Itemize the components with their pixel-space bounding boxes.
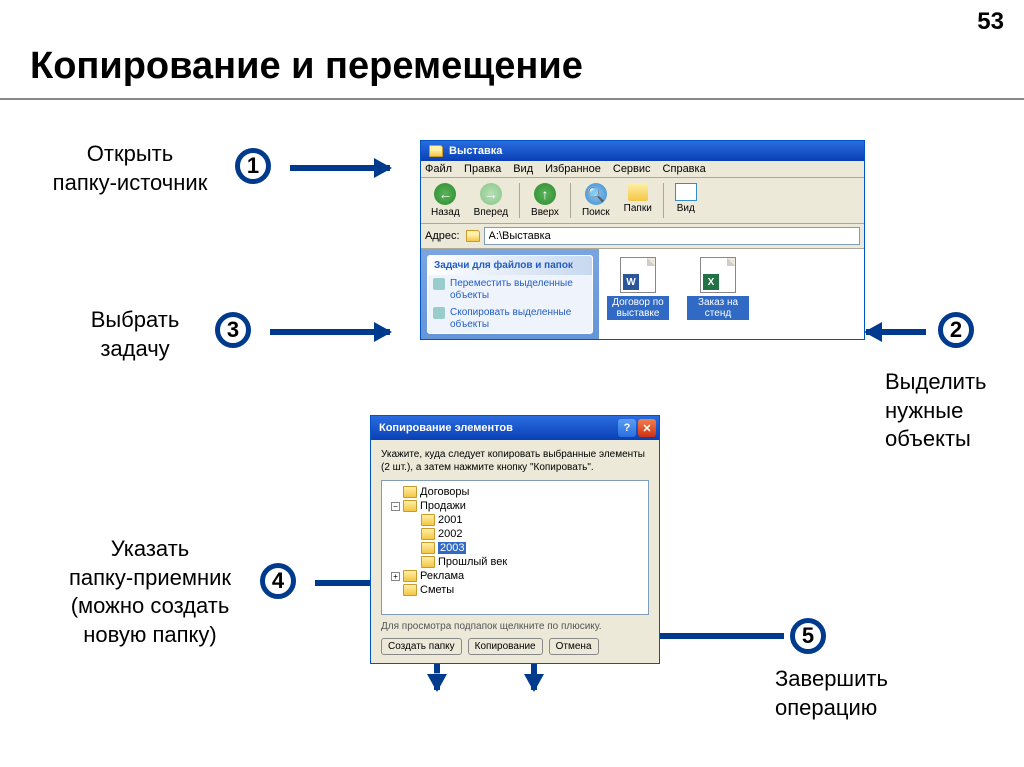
tree-item-selected[interactable]: 2003	[384, 541, 646, 555]
up-icon: ↑	[534, 183, 556, 205]
page-number: 53	[977, 8, 1004, 36]
toolbar-separator	[570, 183, 571, 218]
tree-item[interactable]: −Продажи	[384, 499, 646, 513]
folder-tree[interactable]: Договоры −Продажи 2001 2002 2003 Прошлый…	[381, 480, 649, 615]
folder-icon	[466, 230, 480, 242]
back-icon: ←	[434, 183, 456, 205]
menu-view[interactable]: Вид	[513, 163, 533, 175]
word-doc-icon: W	[620, 257, 656, 293]
folder-icon	[421, 528, 435, 540]
folders-button[interactable]: Папки	[618, 181, 658, 220]
title-underline	[0, 98, 1024, 100]
forward-icon: →	[480, 183, 502, 205]
menu-favorites[interactable]: Избранное	[545, 163, 601, 175]
content-area[interactable]: W Договор по выставке X Заказ на стенд	[599, 249, 864, 339]
task-panel-title[interactable]: Задачи для файлов и папок	[428, 256, 592, 275]
dialog-body: Укажите, куда следует копировать выбранн…	[371, 440, 659, 663]
folder-icon	[421, 556, 435, 568]
address-label: Адрес:	[425, 230, 460, 242]
up-button[interactable]: ↑Вверх	[525, 181, 565, 220]
task-box: Задачи для файлов и папок Переместить вы…	[427, 255, 593, 334]
copy-button[interactable]: Копирование	[468, 638, 543, 655]
explorer-body: Задачи для файлов и папок Переместить вы…	[421, 249, 864, 339]
toolbar: ←Назад →Вперед ↑Вверх 🔍Поиск Папки Вид	[421, 178, 864, 224]
file-label: Договор по выставке	[607, 296, 669, 320]
search-button[interactable]: 🔍Поиск	[576, 181, 616, 220]
task-move[interactable]: Переместить выделенные объекты	[428, 275, 592, 304]
step2-badge: 2	[938, 312, 974, 348]
new-folder-button[interactable]: Создать папку	[381, 638, 462, 655]
close-button[interactable]: ✕	[638, 419, 656, 437]
cancel-button[interactable]: Отмена	[549, 638, 599, 655]
folder-icon	[429, 145, 443, 157]
addressbar: Адрес:	[421, 224, 864, 249]
folder-icon	[403, 570, 417, 582]
step3-label: Выбрать задачу	[70, 306, 200, 363]
side-panel: Задачи для файлов и папок Переместить вы…	[421, 249, 599, 339]
menubar: Файл Правка Вид Избранное Сервис Справка	[421, 161, 864, 178]
address-input[interactable]	[484, 227, 860, 245]
file-item-2[interactable]: X Заказ на стенд	[687, 257, 749, 331]
step1-label: Открыть папку-источник	[35, 140, 225, 197]
menu-help[interactable]: Справка	[663, 163, 706, 175]
tree-item[interactable]: Прошлый век	[384, 555, 646, 569]
step2-label: Выделить нужные объекты	[885, 368, 1005, 454]
explorer-title: Выставка	[449, 145, 502, 157]
tree-item[interactable]: Договоры	[384, 485, 646, 499]
step4-label: Указать папку-приемник (можно создать но…	[50, 535, 250, 649]
folder-icon	[403, 500, 417, 512]
dialog-buttons: Создать папку Копирование Отмена	[381, 638, 649, 655]
step5-label: Завершить операцию	[775, 665, 935, 722]
task-copy[interactable]: Скопировать выделенные объекты	[428, 304, 592, 333]
expand-icon[interactable]: +	[391, 572, 400, 581]
tree-item[interactable]: Сметы	[384, 583, 646, 597]
menu-file[interactable]: Файл	[425, 163, 452, 175]
step1-badge: 1	[235, 148, 271, 184]
explorer-titlebar[interactable]: Выставка	[421, 141, 864, 161]
menu-edit[interactable]: Правка	[464, 163, 501, 175]
arrow-step2	[866, 329, 926, 335]
dialog-title: Копирование элементов	[379, 422, 513, 434]
back-button[interactable]: ←Назад	[425, 181, 466, 220]
arrow-step3	[270, 329, 390, 335]
search-icon: 🔍	[585, 183, 607, 205]
folder-icon	[403, 584, 417, 596]
file-label: Заказ на стенд	[687, 296, 749, 320]
folder-icon	[421, 542, 435, 554]
folder-icon	[403, 486, 417, 498]
file-item-1[interactable]: W Договор по выставке	[607, 257, 669, 331]
tree-item[interactable]: +Реклама	[384, 569, 646, 583]
excel-doc-icon: X	[700, 257, 736, 293]
help-button[interactable]: ?	[618, 419, 636, 437]
tree-item[interactable]: 2001	[384, 513, 646, 527]
view-icon	[675, 183, 697, 201]
folders-icon	[628, 183, 648, 201]
dialog-instructions: Укажите, куда следует копировать выбранн…	[381, 448, 649, 474]
folder-icon	[421, 514, 435, 526]
forward-button[interactable]: →Вперед	[468, 181, 514, 220]
tree-item[interactable]: 2002	[384, 527, 646, 541]
step4-badge: 4	[260, 563, 296, 599]
explorer-window: Выставка Файл Правка Вид Избранное Серви…	[420, 140, 865, 340]
collapse-icon[interactable]: −	[391, 502, 400, 511]
arrow-step1	[290, 165, 390, 171]
copy-dialog: Копирование элементов ? ✕ Укажите, куда …	[370, 415, 660, 664]
slide-title: Копирование и перемещение	[30, 45, 583, 88]
toolbar-separator	[663, 183, 664, 218]
step3-badge: 3	[215, 312, 251, 348]
dialog-titlebar[interactable]: Копирование элементов ? ✕	[371, 416, 659, 440]
step5-badge: 5	[790, 618, 826, 654]
view-button[interactable]: Вид	[669, 181, 703, 220]
menu-tools[interactable]: Сервис	[613, 163, 651, 175]
toolbar-separator	[519, 183, 520, 218]
dialog-hint: Для просмотра подпапок щелкните по плюси…	[381, 621, 649, 632]
